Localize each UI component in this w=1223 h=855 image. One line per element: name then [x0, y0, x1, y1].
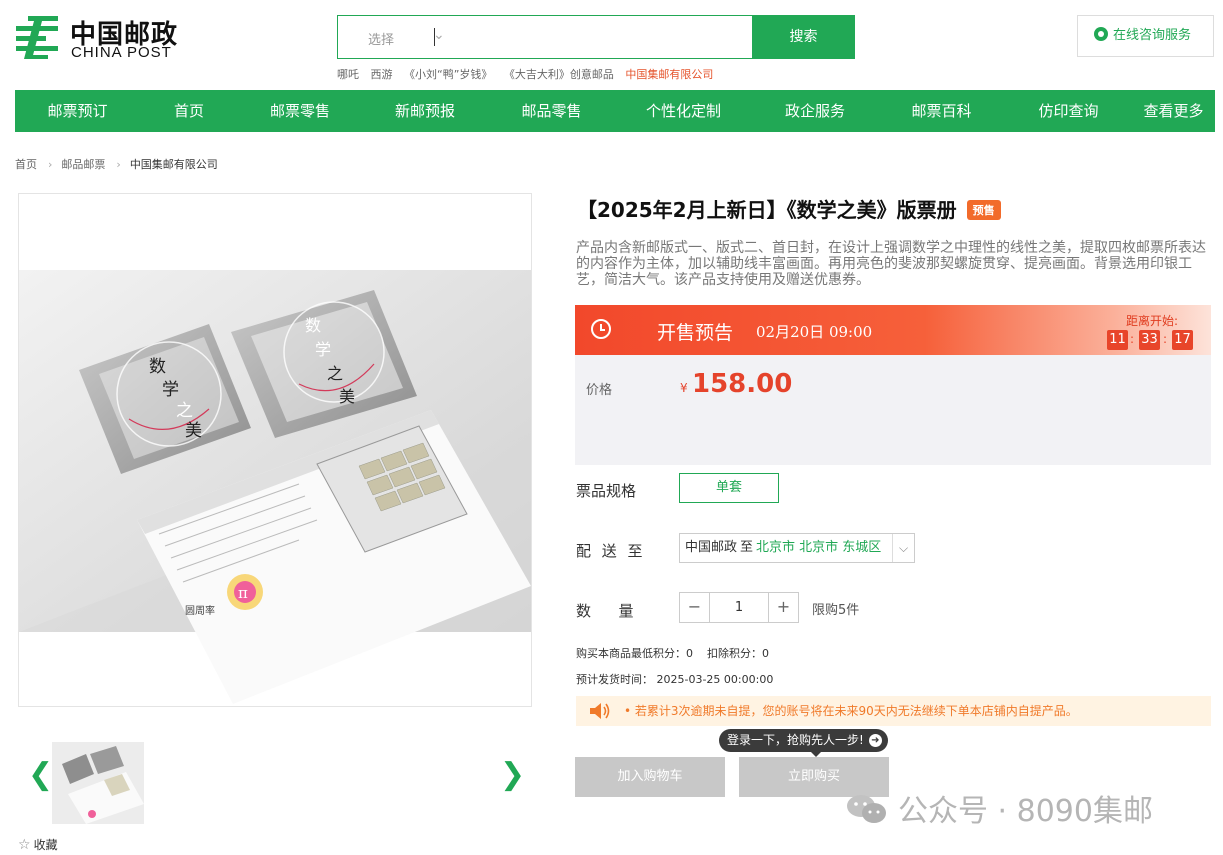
nav-item-more[interactable]: 查看更多	[1132, 90, 1215, 132]
search-button[interactable]: 搜索	[752, 15, 855, 59]
china-post-logo-icon	[16, 16, 58, 59]
countdown-seconds: 17	[1172, 330, 1193, 350]
delivery-address: 北京市 北京市 东城区	[756, 540, 882, 555]
stamp-text-mei-2: 美	[339, 387, 355, 406]
logo-en-text: CHINA POST	[71, 44, 172, 61]
arrow-right-icon: ➜	[868, 734, 882, 747]
online-service-button[interactable]: 在线咨询服务	[1077, 15, 1214, 57]
countdown-hours: 11	[1107, 330, 1128, 350]
presale-time: 02月20日 09:00	[756, 323, 873, 341]
nav-item-stamp-preorder[interactable]: 邮票预订	[15, 90, 140, 132]
headset-icon	[1094, 27, 1108, 41]
stamp-text-zhi-2: 之	[327, 364, 343, 383]
pickup-notice: • 若累计3次逾期未自提，您的账号将在未来90天内无法继续下单本店铺内自提产品。	[576, 696, 1211, 726]
pi-symbol-text: π	[238, 584, 248, 602]
hot-word[interactable]: 哪吒	[337, 68, 359, 81]
nav-item-gov-enterprise[interactable]: 政企服务	[752, 90, 878, 132]
chevron-right-icon: ›	[116, 158, 121, 171]
stamp-text-xue: 学	[162, 380, 179, 400]
delivery-to: 至	[740, 540, 754, 555]
favorite-label: 收藏	[33, 838, 58, 852]
thumbnail-image[interactable]	[52, 742, 144, 824]
speaker-icon	[590, 703, 610, 719]
thumbnail-illustration	[52, 742, 144, 824]
login-tooltip-text: 登录一下，抢购先人一步!	[727, 733, 864, 747]
thumbnail-prev-button[interactable]: ❮	[28, 760, 53, 790]
quantity-label: 数 量	[576, 602, 640, 620]
product-title-text: 【2025年2月上新日】《数学之美》版票册	[577, 198, 957, 222]
nav-item-stamp-wiki[interactable]: 邮票百科	[878, 90, 1005, 132]
quantity-stepper: − 1 +	[679, 592, 799, 623]
countdown-separator: :	[1130, 332, 1135, 346]
price-panel: 价格 ¥ 158.00	[575, 355, 1211, 465]
price-value: 158.00	[692, 369, 793, 399]
add-to-cart-button[interactable]: 加入购物车	[575, 757, 725, 797]
login-tooltip[interactable]: 登录一下，抢购先人一步! ➜	[719, 729, 888, 757]
nav-item-counterfeit-check[interactable]: 仿印查询	[1005, 90, 1132, 132]
quantity-increase-button[interactable]: +	[768, 593, 798, 622]
delivery-carrier: 中国邮政	[685, 540, 738, 555]
price-currency: ¥	[680, 381, 688, 395]
presale-banner: 开售预告 02月20日 09:00 距离开始: 11 : 33 : 17	[575, 305, 1211, 355]
hot-search-words: 哪吒 西游 《小刘“鸭”岁钱》 《大吉大利》创意邮品 中国集邮有限公司	[337, 66, 721, 82]
breadcrumb-category[interactable]: 邮品邮票	[61, 158, 105, 171]
spec-label: 票品规格	[576, 482, 637, 500]
countdown-minutes: 33	[1139, 330, 1160, 350]
star-icon: ☆	[18, 837, 31, 853]
stamp-text-shu-2: 数	[305, 316, 321, 335]
delivery-label: 配 送 至	[576, 542, 646, 560]
chevron-right-icon: ›	[48, 158, 53, 171]
quantity-decrease-button[interactable]: −	[680, 593, 710, 622]
product-title: 【2025年2月上新日】《数学之美》版票册 预售	[577, 194, 1001, 223]
countdown-separator: :	[1163, 332, 1168, 346]
ship-time-info: 预计发货时间： 2025-03-25 00:00:00	[576, 673, 774, 686]
chevron-down-icon[interactable]: ⌵	[892, 534, 914, 562]
product-main-image[interactable]: 数 学 之 美 数 学 之 美 圆周率 π	[18, 193, 532, 707]
search-input[interactable]	[434, 28, 435, 46]
pickup-notice-text: • 若累计3次逾期未自提，您的账号将在未来90天内无法继续下单本店铺内自提产品。	[624, 704, 1078, 718]
nav-item-stamp-retail[interactable]: 邮票零售	[238, 90, 362, 132]
price-label: 价格	[586, 383, 613, 398]
quantity-input[interactable]: 1	[710, 593, 768, 622]
china-post-logo[interactable]: 中国邮政 CHINA POST	[14, 14, 194, 62]
hot-word-company[interactable]: 中国集邮有限公司	[625, 68, 713, 81]
watermark-text: 公众号 · 8090集邮	[898, 794, 1153, 829]
points-info: 购买本商品最低积分：0 扣除积分：0	[576, 647, 769, 660]
nav-item-home[interactable]: 首页	[140, 90, 238, 132]
alarm-clock-icon	[591, 319, 611, 339]
breadcrumb-home[interactable]: 首页	[15, 158, 37, 171]
delivery-address-select[interactable]: 中国邮政至北京市 北京市 东城区 ⌵	[679, 533, 915, 563]
presale-label: 开售预告	[657, 322, 734, 344]
nav-item-philatelic-retail[interactable]: 邮品零售	[488, 90, 615, 132]
product-description: 产品内含新邮版式一、版式二、首日封，在设计上强调数学之中理性的线性之美，提取四枚…	[576, 240, 1206, 288]
hot-word[interactable]: 《小刘“鸭”岁钱》	[404, 68, 492, 81]
search-box: 选择 ⌄ 搜索	[337, 15, 855, 59]
stamp-booklet-illustration: 数 学 之 美 数 学 之 美 圆周率 π	[19, 270, 531, 704]
nav-item-personalized[interactable]: 个性化定制	[615, 90, 752, 132]
breadcrumb-current[interactable]: 中国集邮有限公司	[130, 158, 218, 171]
wechat-icon	[847, 795, 886, 823]
hot-word[interactable]: 《大吉大利》创意邮品	[504, 68, 614, 81]
main-nav: 邮票预订 首页 邮票零售 新邮预报 邮品零售 个性化定制 政企服务 邮票百科 仿…	[15, 90, 1215, 132]
booklet-title-text: 圆周率	[185, 604, 215, 617]
stamp-text-zhi: 之	[176, 401, 193, 421]
stamp-text-shu: 数	[149, 357, 166, 377]
search-category-select[interactable]: 选择	[368, 29, 394, 48]
stamp-text-xue-2: 学	[315, 340, 331, 359]
favorite-button[interactable]: ☆ 收藏	[18, 836, 58, 853]
stamp-text-mei: 美	[185, 421, 202, 441]
countdown-label: 距离开始:	[1126, 314, 1179, 328]
nav-item-new-stamp-forecast[interactable]: 新邮预报	[362, 90, 488, 132]
breadcrumb: 首页 › 邮品邮票 › 中国集邮有限公司	[15, 156, 218, 172]
thumbnail-next-button[interactable]: ❯	[500, 760, 525, 790]
online-service-label: 在线咨询服务	[1113, 28, 1192, 43]
spec-option-single-set[interactable]: 单套	[679, 473, 779, 503]
purchase-limit: 限购5件	[812, 603, 860, 618]
watermark: 公众号 · 8090集邮	[846, 786, 1153, 830]
hot-word[interactable]: 西游	[371, 68, 393, 81]
presale-badge: 预售	[966, 200, 1001, 220]
